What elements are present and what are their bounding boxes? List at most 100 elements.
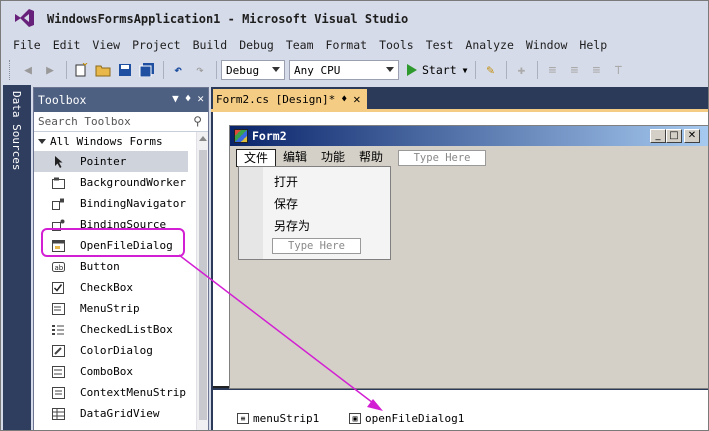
form2-title-bar[interactable]: Form2 _ □ ✕	[230, 126, 708, 146]
expand-triangle-icon[interactable]	[38, 139, 46, 144]
component-tray: ≡ menuStrip1 ▣ openFileDialog1	[213, 390, 708, 430]
toolbox-item-colordialog[interactable]: ColorDialog	[34, 340, 188, 361]
pointer-icon	[52, 155, 65, 168]
form2-title: Form2	[252, 129, 287, 143]
toolbox-item-label: Pointer	[80, 155, 127, 168]
dropdown-item-save[interactable]: 保存	[274, 195, 298, 212]
toolbox-item-backgroundworker[interactable]: BackgroundWorker	[34, 172, 188, 193]
form-menu-file[interactable]: 文件	[236, 149, 277, 167]
toolbox-item-label: MenuStrip	[80, 302, 140, 315]
open-folder-icon[interactable]	[93, 60, 113, 80]
scroll-thumb[interactable]	[199, 150, 207, 420]
menu-help[interactable]: Help	[573, 36, 613, 54]
play-icon	[407, 64, 417, 76]
solution-config-value: Debug	[226, 63, 260, 77]
dropdown-type-here-input[interactable]: Type Here	[272, 238, 361, 254]
toolbox-search-input[interactable]: Search Toolbox ⚲	[34, 112, 208, 132]
toolbox-item-label: ContextMenuStrip	[80, 386, 186, 399]
toolbox-item-menustrip[interactable]: MenuStrip	[34, 298, 188, 319]
platform-value: Any CPU	[294, 63, 341, 77]
menu-edit[interactable]: Edit	[47, 36, 87, 54]
pin-icon[interactable]: ♦	[341, 94, 347, 105]
minimize-icon[interactable]: _	[650, 129, 666, 143]
find-icon[interactable]: ✎	[480, 60, 500, 80]
align-grid-icon[interactable]: ✚	[511, 60, 531, 80]
toolbar-separator	[216, 61, 217, 79]
form-menu-edit[interactable]: 编辑	[276, 149, 314, 167]
toolbox-item-datagridview[interactable]: DataGridView	[34, 403, 188, 424]
toolbox-item-label: BindingNavigator	[80, 197, 186, 210]
platform-select[interactable]: Any CPU	[289, 60, 399, 80]
scroll-up-icon[interactable]	[199, 136, 207, 141]
menu-analyze[interactable]: Analyze	[459, 36, 519, 54]
menu-view[interactable]: View	[86, 36, 126, 54]
save-icon[interactable]	[115, 60, 135, 80]
menu-build[interactable]: Build	[187, 36, 234, 54]
button-icon: ab	[52, 260, 65, 273]
redo-icon[interactable]: ↷	[190, 60, 210, 80]
toolbox-header: Toolbox ▼ ♦ ✕	[34, 88, 208, 112]
tab-form2-design[interactable]: Form2.cs [Design]* ♦ ✕	[213, 89, 367, 109]
menu-type-here-input[interactable]: Type Here	[398, 150, 487, 166]
binding-navigator-icon	[52, 197, 65, 210]
toolbox-item-label: Button	[80, 260, 120, 273]
toolbox-title: Toolbox	[38, 93, 87, 107]
new-project-icon[interactable]	[71, 60, 91, 80]
toolbox-scrollbar[interactable]	[196, 132, 208, 430]
toolbox-item-label: BackgroundWorker	[80, 176, 186, 189]
menu-team[interactable]: Team	[280, 36, 320, 54]
tray-item-label: openFileDialog1	[365, 412, 465, 425]
dropdown-image-margin	[239, 167, 263, 259]
close-icon[interactable]: ✕	[353, 92, 360, 106]
toolbar-grip[interactable]	[9, 60, 12, 80]
align-right-icon[interactable]: ≡	[586, 60, 606, 80]
maximize-icon[interactable]: □	[666, 129, 682, 143]
back-icon[interactable]: ◀	[18, 60, 38, 80]
window-title: WindowsFormsApplication1 - Microsoft Vis…	[47, 12, 409, 26]
forward-icon[interactable]: ▶	[40, 60, 60, 80]
form-menu-function[interactable]: 功能	[314, 149, 352, 167]
toolbar-separator	[66, 61, 67, 79]
dropdown-item-save-as[interactable]: 另存为	[274, 217, 310, 234]
save-all-icon[interactable]	[137, 60, 157, 80]
chevron-down-icon[interactable]: ▼	[172, 92, 179, 105]
start-button[interactable]: Start ▼	[403, 60, 471, 80]
dropdown-item-open[interactable]: 打开	[274, 173, 298, 190]
toolbox-item-checkbox[interactable]: CheckBox	[34, 277, 188, 298]
toolbox-group-all-windows-forms[interactable]: All Windows Forms	[34, 132, 208, 151]
checkbox-icon	[52, 281, 65, 294]
tray-item-openfiledialog[interactable]: ▣ openFileDialog1	[349, 412, 464, 425]
pin-icon[interactable]: ♦	[185, 92, 192, 105]
close-icon[interactable]: ✕	[684, 129, 700, 143]
toolbox-search-placeholder: Search Toolbox	[38, 115, 131, 128]
form-menu-help[interactable]: 帮助	[352, 149, 390, 167]
background-worker-icon	[52, 176, 65, 189]
chevron-down-icon[interactable]: ▼	[463, 66, 468, 75]
visual-studio-logo-icon	[15, 9, 34, 27]
toolbar-separator	[506, 61, 508, 79]
align-top-icon[interactable]: ⊤	[608, 60, 628, 80]
toolbox-item-bindingnavigator[interactable]: BindingNavigator	[34, 193, 188, 214]
search-icon[interactable]: ⚲	[193, 114, 202, 128]
toolbox-item-checkedlistbox[interactable]: CheckedListBox	[34, 319, 188, 340]
menu-file[interactable]: File	[7, 36, 47, 54]
menustrip-icon	[52, 302, 65, 315]
menu-debug[interactable]: Debug	[233, 36, 280, 54]
menu-window[interactable]: Window	[520, 36, 574, 54]
tray-item-menustrip[interactable]: ≡ menuStrip1	[237, 412, 319, 425]
toolbox-item-combobox[interactable]: ComboBox	[34, 361, 188, 382]
toolbox-item-contextmenustrip[interactable]: ContextMenuStrip	[34, 382, 188, 403]
document-tab-label: Form2.cs [Design]*	[216, 92, 336, 106]
toolbox-item-pointer[interactable]: Pointer	[34, 151, 188, 172]
menu-test[interactable]: Test	[420, 36, 460, 54]
close-icon[interactable]: ✕	[197, 92, 204, 105]
menu-format[interactable]: Format	[320, 36, 374, 54]
solution-config-select[interactable]: Debug	[221, 60, 285, 80]
menu-tools[interactable]: Tools	[373, 36, 420, 54]
align-center-icon[interactable]: ≡	[564, 60, 584, 80]
align-left-icon[interactable]: ≡	[542, 60, 562, 80]
open-file-dialog-icon: ▣	[349, 413, 361, 424]
undo-icon[interactable]: ↶	[168, 60, 188, 80]
toolbox-item-button[interactable]: ab Button	[34, 256, 188, 277]
menu-project[interactable]: Project	[126, 36, 186, 54]
